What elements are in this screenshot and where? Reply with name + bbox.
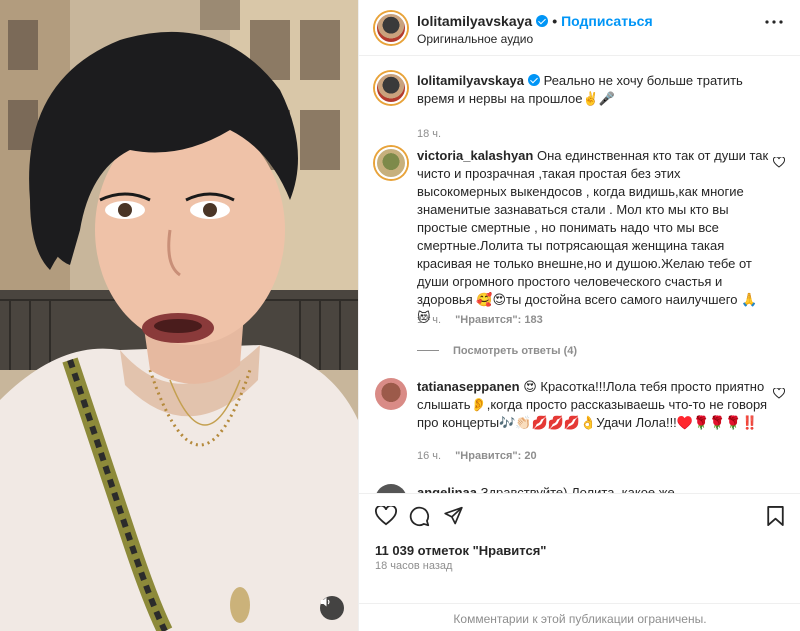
- post-side-panel: lolitamilyavskaya • Подписаться Оригинальн…: [358, 0, 800, 631]
- comment-avatar[interactable]: [375, 378, 407, 410]
- comment-avatar[interactable]: [375, 484, 407, 493]
- share-icon[interactable]: [443, 506, 464, 526]
- verified-badge-icon: [536, 15, 549, 27]
- replies-line: [417, 350, 439, 351]
- comment-like-heart-icon[interactable]: [773, 388, 785, 399]
- caption-avatar[interactable]: [375, 72, 407, 104]
- comment-time[interactable]: 17 ч.: [417, 314, 441, 326]
- post-actions: 11 039 отметок "Нравится" 18 часов назад: [359, 493, 800, 603]
- follow-button[interactable]: Подписаться: [561, 13, 653, 29]
- caption-username[interactable]: lolitamilyavskaya: [417, 73, 524, 88]
- comment-time[interactable]: 16 ч.: [417, 450, 441, 462]
- author-line: lolitamilyavskaya • Подписаться: [417, 13, 653, 29]
- comment-message: Здравствуйте) Лолита, какое же…: [480, 485, 688, 493]
- comment-avatar[interactable]: [375, 147, 407, 179]
- post-video[interactable]: [0, 0, 358, 631]
- comment-likes[interactable]: "Нравится": 183: [455, 314, 543, 326]
- comment-meta: 17 ч. "Нравится": 183: [417, 314, 543, 326]
- separator: •: [552, 13, 558, 29]
- caption-time[interactable]: 18 ч.: [417, 128, 441, 140]
- comment-icon[interactable]: [409, 506, 430, 527]
- comment-like-heart-icon[interactable]: [773, 157, 785, 168]
- instagram-post: lolitamilyavskaya • Подписаться Оригинальн…: [0, 0, 800, 631]
- view-replies-button[interactable]: Посмотреть ответы (4): [417, 345, 577, 357]
- verified-badge-icon: [527, 74, 540, 86]
- comment-text: tatianaseppanen 😍 Красотка!!!Лола тебя п…: [417, 378, 769, 432]
- author-avatar[interactable]: [375, 12, 407, 44]
- comments-limited-notice: Комментарии к этой публикации ограничены…: [359, 603, 800, 631]
- view-replies-label: Посмотреть ответы (4): [453, 345, 578, 357]
- more-horizontal-icon[interactable]: [765, 20, 783, 24]
- bookmark-icon[interactable]: [767, 506, 784, 526]
- mute-button[interactable]: [320, 596, 344, 620]
- comment-text: victoria_kalashyan Она единственная кто …: [417, 147, 769, 327]
- comment-message: Она единственная кто так от души так чис…: [417, 148, 769, 325]
- video-frame-illustration: [0, 0, 358, 631]
- comment-meta: 16 ч. "Нравится": 20: [417, 450, 537, 462]
- likes-count[interactable]: 11 039 отметок "Нравится": [375, 543, 546, 558]
- post-time[interactable]: 18 часов назад: [375, 560, 452, 572]
- comment-text: angelinaa Здравствуйте) Лолита, какое же…: [417, 484, 769, 493]
- comments-list[interactable]: lolitamilyavskaya Реально не хочу больше…: [359, 57, 800, 493]
- comment-likes[interactable]: "Нравится": 20: [455, 450, 536, 462]
- comment-username[interactable]: angelinaa: [417, 485, 477, 493]
- caption-text: lolitamilyavskaya Реально не хочу больше…: [417, 72, 769, 108]
- comment-username[interactable]: tatianaseppanen: [417, 379, 520, 394]
- post-header: lolitamilyavskaya • Подписаться Оригинальн…: [359, 0, 800, 56]
- heart-icon[interactable]: [375, 506, 397, 526]
- speaker-icon: [321, 597, 330, 607]
- audio-label[interactable]: Оригинальное аудио: [417, 32, 533, 46]
- author-username[interactable]: lolitamilyavskaya: [417, 13, 532, 29]
- comment-username[interactable]: victoria_kalashyan: [417, 148, 533, 163]
